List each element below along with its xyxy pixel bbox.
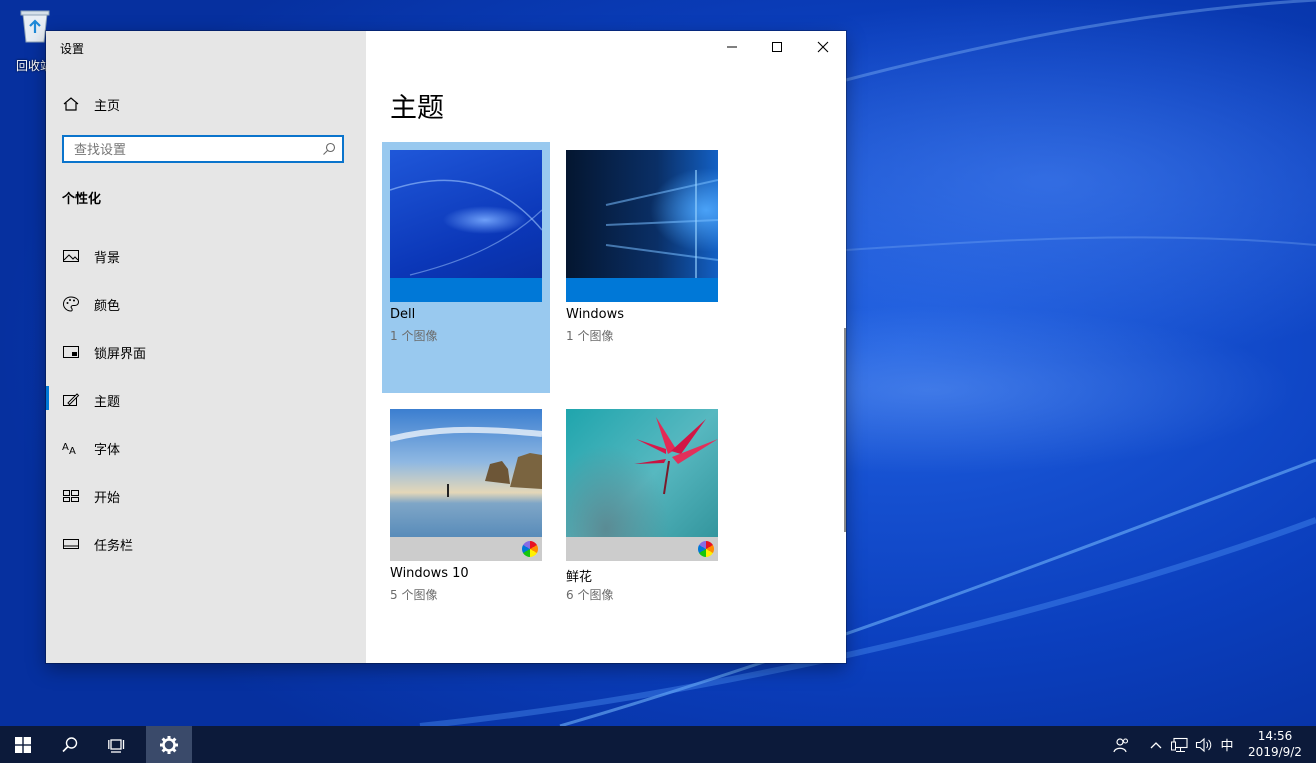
clock-time: 14:56 [1257,729,1293,743]
main-panel: 主题 Dell 1 个图像 Windows 1 个图像 Windows 10 5… [366,31,846,663]
minimize-icon [727,46,737,48]
minimize-button[interactable] [709,31,755,63]
search-button[interactable] [47,726,93,763]
theme-image-count: 5 个图像 [390,588,438,602]
start-button[interactable] [0,726,46,763]
theme-tile-flowers[interactable]: 鲜花 6 个图像 [558,401,726,652]
theme-name: Dell [390,307,416,322]
theme-thumbnail [390,409,542,561]
theme-thumbnail [566,150,718,302]
gear-icon [160,735,178,754]
theme-name: Windows 10 [390,566,469,581]
sidebar-item-label: 主页 [94,98,121,114]
people-button[interactable] [1108,726,1134,763]
settings-window: 设置 主页 个性化 背景 [46,31,846,663]
task-view-button[interactable] [94,726,140,763]
color-wheel-icon [522,541,538,557]
sidebar-item-label: 颜色 [94,298,121,314]
show-hidden-icons-button[interactable] [1146,726,1166,763]
page-title: 主题 [390,93,444,124]
settings-taskbar-button[interactable] [146,726,192,763]
sidebar-item-themes[interactable]: 主题 [46,378,366,422]
color-wheel-icon [698,541,714,557]
sidebar-item-taskbar[interactable]: 任务栏 [46,522,366,566]
taskbar: 中 14:56 2019/9/2 [0,726,1316,763]
taskbar-icon [63,539,79,549]
close-icon [817,41,829,53]
sidebar-item-label: 开始 [94,490,121,506]
search-icon[interactable] [322,142,336,156]
input-method-button[interactable]: 中 [1216,726,1238,763]
sidebar-item-home[interactable]: 主页 [46,82,366,126]
theme-thumbnail [390,150,542,302]
svg-text:A: A [62,442,69,453]
theme-thumbnail [566,409,718,561]
sidebar-item-start[interactable]: 开始 [46,474,366,518]
palette-icon [62,296,80,312]
theme-name: Windows [566,307,625,322]
sidebar-item-label: 主题 [94,394,121,410]
accent-bar [390,537,542,561]
search-icon [62,736,78,752]
svg-text:A: A [69,446,76,457]
search-input[interactable] [72,140,316,160]
sidebar-item-background[interactable]: 背景 [46,234,366,278]
search-box[interactable] [62,135,344,163]
clock-date: 2019/9/2 [1248,745,1302,759]
windows-logo-icon [15,736,31,753]
network-icon [1171,737,1188,752]
network-button[interactable] [1169,726,1191,763]
sidebar-item-fonts[interactable]: A A 字体 [46,426,366,470]
section-title: 个性化 [62,192,102,207]
theme-image-count: 1 个图像 [390,329,438,343]
maximize-icon [772,42,782,52]
chevron-up-icon [1150,741,1162,748]
sidebar-item-label: 字体 [94,442,121,458]
sidebar-item-label: 锁屏界面 [94,346,147,362]
theme-tile-windows[interactable]: Windows 1 个图像 [558,142,726,393]
theme-image-count: 1 个图像 [566,329,614,343]
font-icon: A A [62,442,76,457]
theme-tile-windows-10[interactable]: Windows 10 5 个图像 [382,401,550,652]
clock[interactable]: 14:56 2019/9/2 [1240,728,1310,760]
close-button[interactable] [800,31,846,63]
start-tiles-icon [63,490,79,502]
scrollbar[interactable] [844,328,846,532]
lock-screen-icon [63,346,79,358]
window-title: 设置 [60,42,85,56]
sidebar-item-colors[interactable]: 颜色 [46,282,366,326]
sidebar: 设置 主页 个性化 背景 [46,31,366,663]
speaker-icon [1195,737,1212,752]
sidebar-item-label: 背景 [94,250,121,266]
accent-bar [566,537,718,561]
people-icon [1113,737,1129,752]
sidebar-item-label: 任务栏 [94,538,134,554]
theme-image-count: 6 个图像 [566,588,614,602]
theme-brush-icon [63,393,80,406]
home-icon [63,97,79,111]
sidebar-item-lock-screen[interactable]: 锁屏界面 [46,330,366,374]
picture-icon [63,250,79,262]
accent-bar [390,278,542,302]
maximize-button[interactable] [754,31,800,63]
accent-bar [566,278,718,302]
theme-name: 鲜花 [566,570,593,585]
task-view-icon [108,738,125,753]
theme-tile-dell[interactable]: Dell 1 个图像 [382,142,550,393]
volume-button[interactable] [1193,726,1215,763]
